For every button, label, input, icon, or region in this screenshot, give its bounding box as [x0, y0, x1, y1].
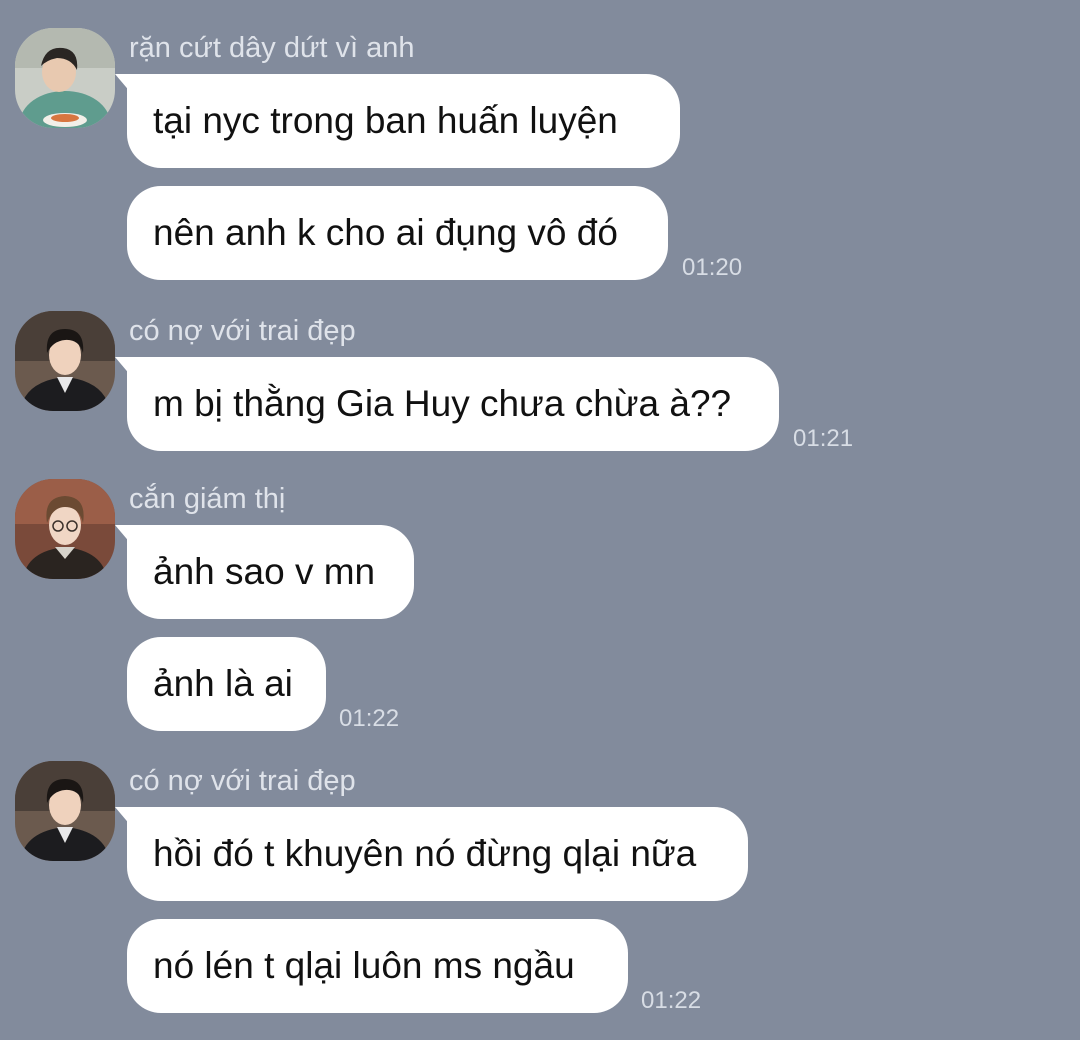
message-bubble[interactable]: tại nyc trong ban huấn luyện: [115, 74, 680, 168]
message-bubble[interactable]: m bị thằng Gia Huy chưa chừa à??: [115, 357, 779, 451]
sender-avatar[interactable]: [15, 311, 115, 411]
message-text: nó lén t qlại luôn ms ngầu: [153, 945, 575, 986]
sender-name: có nợ với trai đẹp: [129, 765, 356, 797]
sender-name: rặn cứt dây dứt vì anh: [129, 32, 415, 64]
bubble-tail: [115, 525, 137, 551]
message-bubble[interactable]: nên anh k cho ai đụng vô đó: [127, 186, 668, 280]
avatar-person-dark-jacket-icon: [15, 311, 115, 411]
message-bubble[interactable]: ảnh sao v mn: [115, 525, 414, 619]
sender-name: có nợ với trai đẹp: [129, 315, 356, 347]
message-text: m bị thằng Gia Huy chưa chừa à??: [153, 383, 732, 424]
message-text: hồi đó t khuyên nó đừng qlại nữa: [153, 833, 697, 874]
avatar-person-glasses-icon: [15, 479, 115, 579]
message-bubble[interactable]: hồi đó t khuyên nó đừng qlại nữa: [115, 807, 748, 901]
message-text: ảnh sao v mn: [153, 551, 376, 592]
avatar-person-eating-icon: [15, 28, 115, 128]
bubble-tail: [115, 807, 137, 833]
message-timestamp: 01:20: [682, 254, 743, 281]
bubble-tail: [115, 357, 137, 383]
message-text: ảnh là ai: [153, 663, 293, 704]
message-timestamp: 01:21: [793, 425, 854, 452]
sender-avatar[interactable]: [15, 28, 115, 128]
message-text: nên anh k cho ai đụng vô đó: [153, 212, 618, 253]
sender-avatar[interactable]: [15, 761, 115, 861]
sender-avatar[interactable]: [15, 479, 115, 579]
bubble-tail: [115, 74, 137, 100]
message-timestamp: 01:22: [339, 705, 400, 732]
message-bubble[interactable]: ảnh là ai: [127, 637, 326, 731]
message-bubble[interactable]: nó lén t qlại luôn ms ngầu: [127, 919, 628, 1013]
sender-name: cắn giám thị: [129, 483, 286, 515]
message-text: tại nyc trong ban huấn luyện: [153, 100, 618, 141]
message-timestamp: 01:22: [641, 987, 702, 1014]
avatar-person-dark-jacket-icon: [15, 761, 115, 861]
